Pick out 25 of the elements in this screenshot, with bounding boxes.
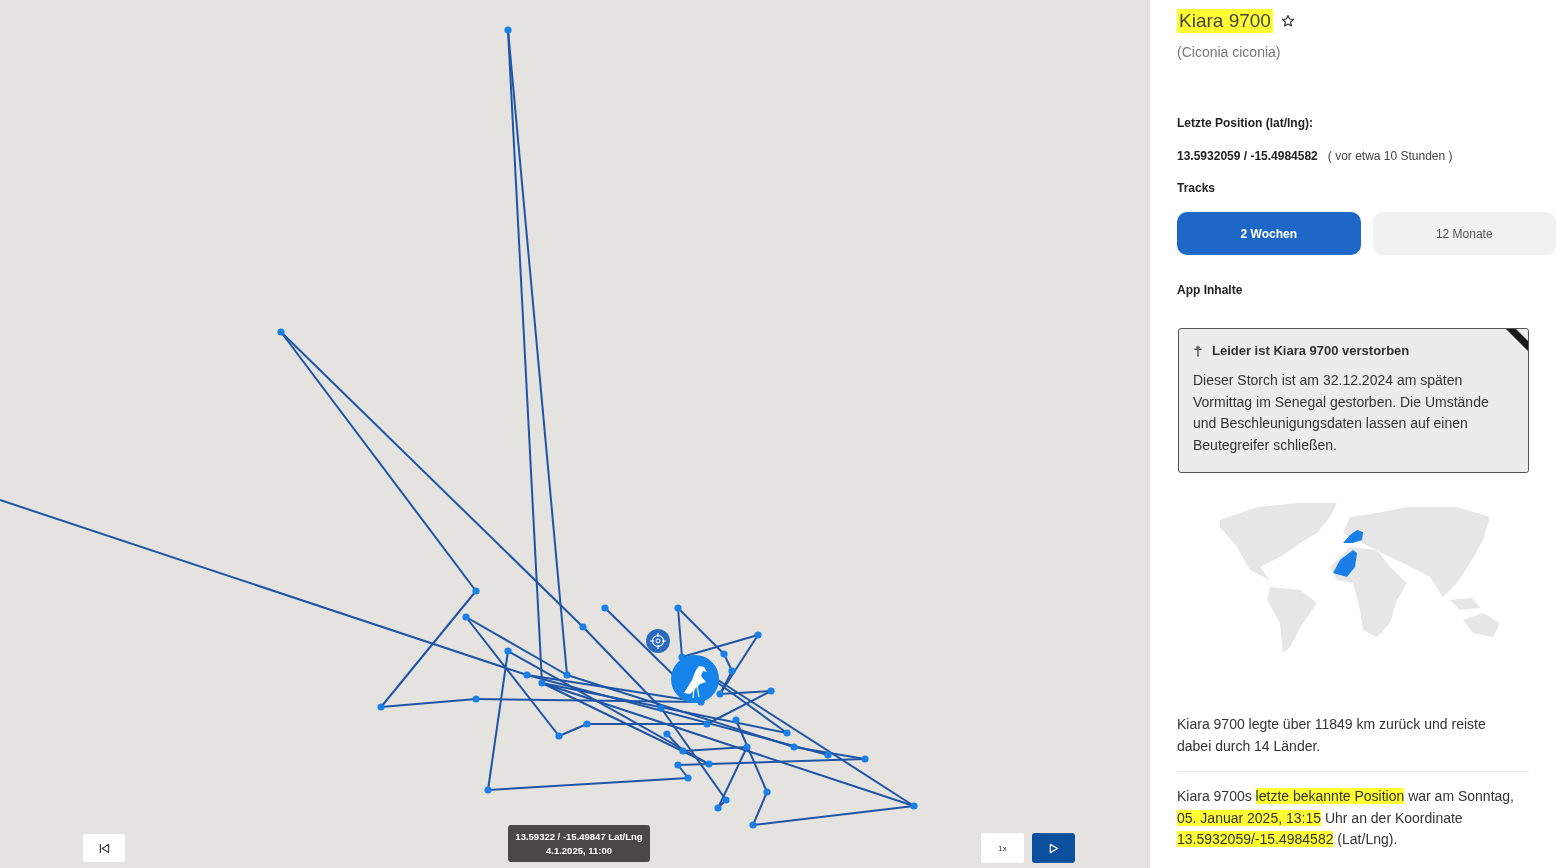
section-label: Tracks <box>1177 180 1217 196</box>
play-icon <box>1048 842 1059 854</box>
stork-marker-icon[interactable] <box>671 655 719 703</box>
section-label: Letzte Position (lat/lng): <box>1177 115 1314 131</box>
section-label: App Inhalte <box>1177 282 1244 298</box>
last-position-text: Kiara 9700s letzte bekannte Position war am Sonntag, 05. Januar 2025, 13:15 Uhr an der Koordinate 13.5932059/-15.4984582 (Lat/Lng). <box>1177 787 1515 849</box>
position-age: ( vor etwa 10 Stunden ) <box>1327 148 1453 164</box>
track-tab[interactable]: 12 Monate <box>1372 212 1556 255</box>
position-value: 13.5932059 / -15.4984582 <box>1177 148 1318 164</box>
notice-title: Leider ist Kiara 9700 verstorben <box>1212 342 1410 359</box>
speed-button[interactable]: 1x <box>981 833 1024 863</box>
play-button[interactable] <box>1032 833 1075 863</box>
tooltip-text: 4.1.2025, 11:00 <box>545 845 612 857</box>
star-icon[interactable] <box>1280 14 1295 28</box>
track-tab[interactable]: 2 Wochen <box>1177 212 1361 255</box>
tooltip-text: 13.59322 / -15.49847 Lat/Lng <box>515 831 643 843</box>
notice-text: Dieser Storch ist am 32.12.2024 am späten Vormittag im Senegal gestorben. Die Umstände und Beschleunigungsdaten lassen auf einen Beutegreifer schließen. <box>1193 371 1490 455</box>
crosshair-marker-icon[interactable] <box>646 629 670 653</box>
map-view[interactable]: 13.59322 / -15.49847 Lat/Lng 4.1.2025, 11:00 1x <box>0 0 1150 868</box>
skip-back-button[interactable] <box>83 834 125 862</box>
cross-icon <box>1193 344 1203 357</box>
summary-text: Kiara 9700 legte über 11849 km zurück und reiste dabei durch 14 Länder. <box>1177 715 1487 756</box>
species-name: (Ciconia ciconia) <box>1177 43 1282 61</box>
bird-name: Kiara 9700 <box>1177 9 1273 33</box>
skip-back-icon <box>98 842 110 854</box>
